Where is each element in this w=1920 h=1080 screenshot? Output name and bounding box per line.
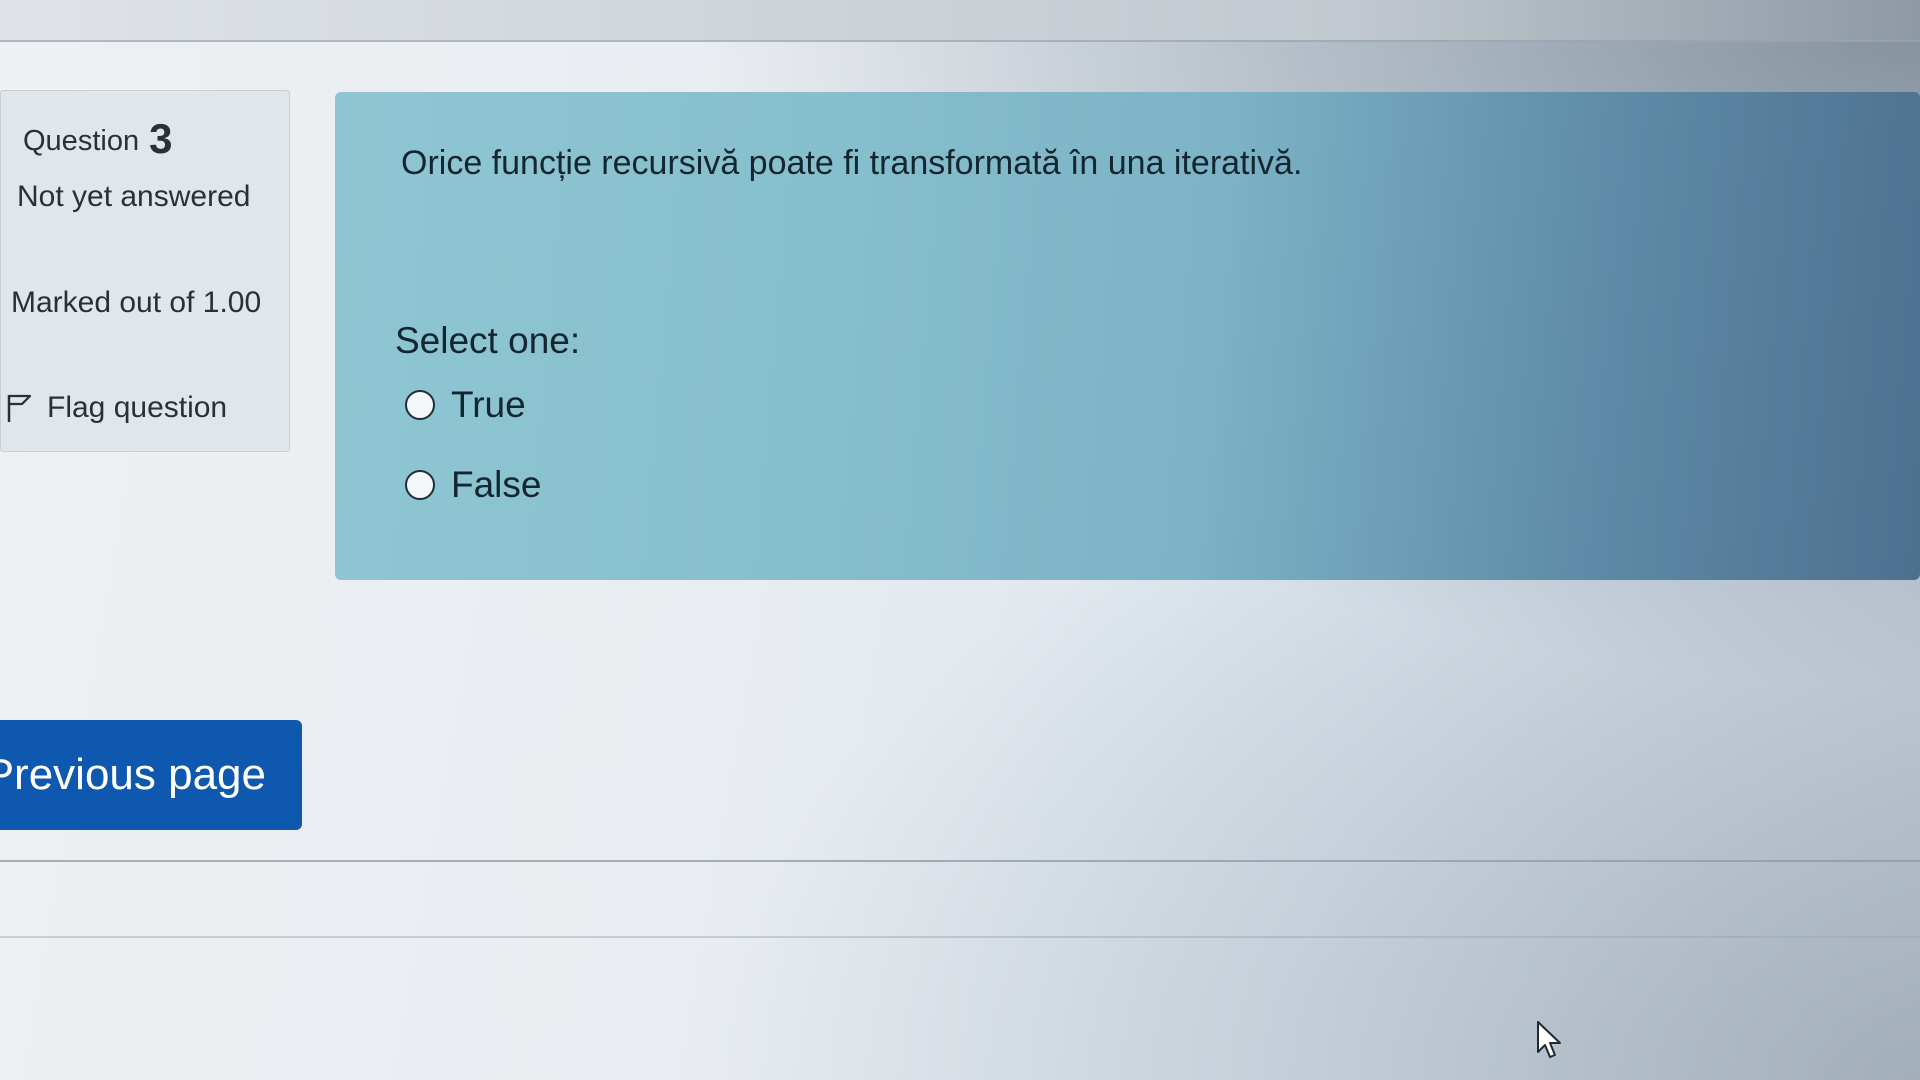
footer-divider-secondary: [0, 936, 1920, 938]
question-info-panel: Question 3 Not yet answered Marked out of…: [0, 90, 290, 452]
flag-icon: [7, 394, 32, 422]
answer-prompt: Select one:: [395, 320, 581, 361]
answer-option-false-label: False: [451, 464, 542, 505]
radio-button-false[interactable]: [405, 470, 435, 500]
radio-button-true[interactable]: [405, 390, 435, 420]
footer-divider: [0, 860, 1920, 862]
answer-option-false[interactable]: False: [405, 464, 541, 506]
question-number: Question 3: [23, 115, 172, 163]
question-state: Not yet answered: [17, 180, 251, 213]
mouse-pointer-icon: [1537, 1021, 1561, 1058]
answer-option-true[interactable]: True: [405, 384, 526, 426]
question-number-value: 3: [149, 115, 173, 162]
question-text: Orice funcție recursivă poate fi transfo…: [401, 144, 1303, 182]
header-divider: [0, 40, 1920, 42]
question-formulation: Orice funcție recursivă poate fi transfo…: [335, 92, 1920, 580]
question-label: Question: [23, 125, 140, 157]
flag-question-label: Flag question: [47, 391, 228, 424]
answer-option-true-label: True: [451, 384, 526, 425]
question-grade: Marked out of 1.00: [11, 286, 262, 319]
top-bar: [0, 0, 1920, 40]
flag-question-link[interactable]: Flag question: [5, 391, 227, 425]
previous-page-button[interactable]: Previous page: [0, 720, 302, 830]
